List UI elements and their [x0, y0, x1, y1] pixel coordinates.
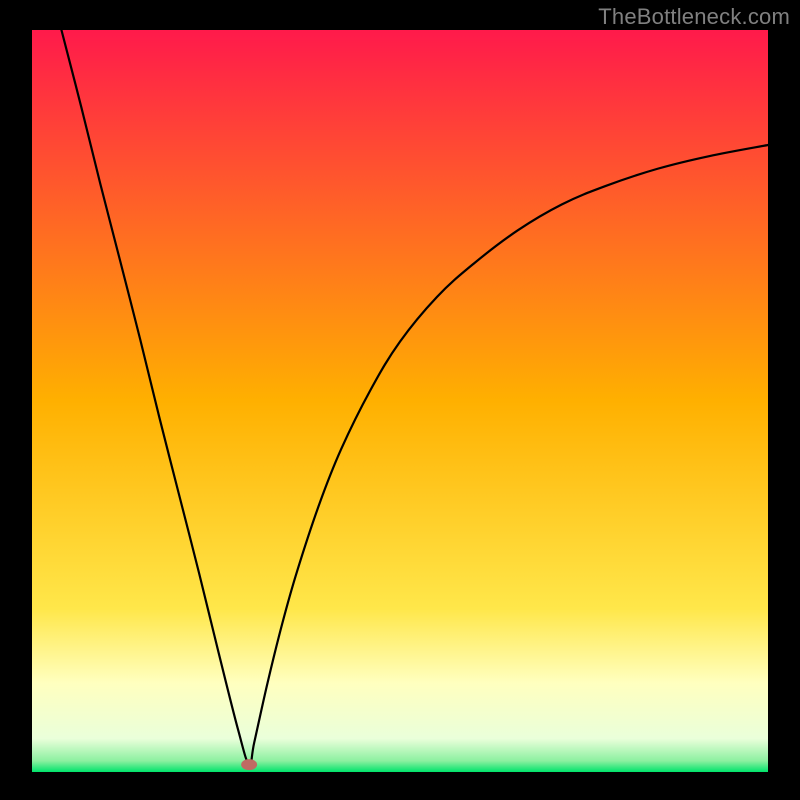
optimal-point-marker — [241, 759, 257, 770]
chart-frame: TheBottleneck.com — [0, 0, 800, 800]
gradient-background — [32, 30, 768, 772]
watermark-text: TheBottleneck.com — [598, 4, 790, 30]
chart-svg — [0, 0, 800, 800]
